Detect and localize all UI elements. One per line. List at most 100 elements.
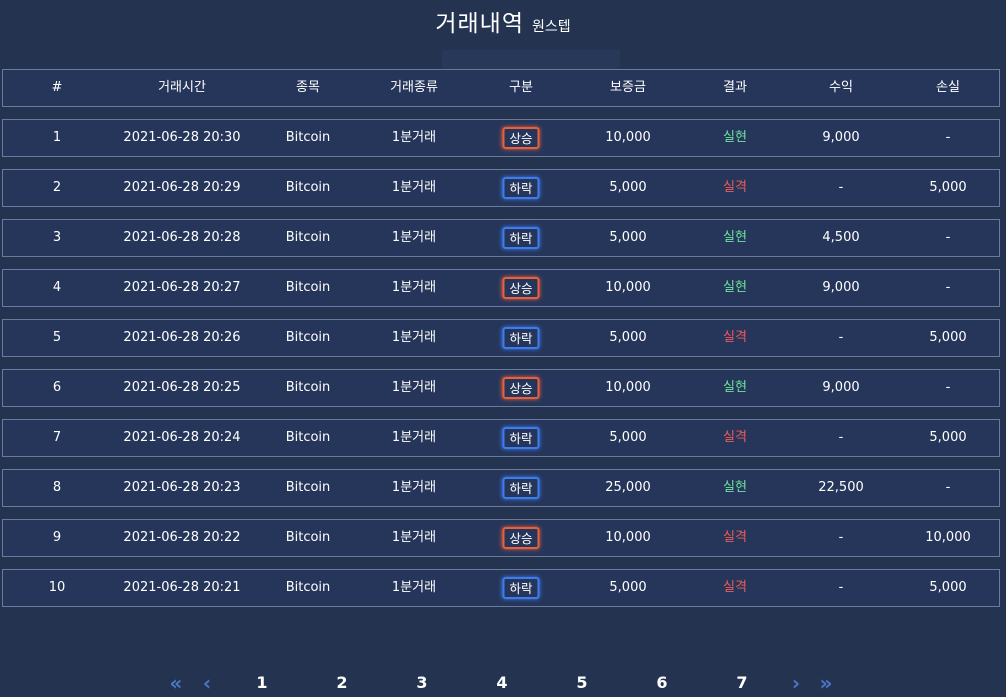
row-number: 2 — [52, 180, 62, 195]
next-page-icon[interactable]: › — [792, 672, 800, 694]
pagination: « ‹ 1 2 3 4 5 6 7 › » — [0, 672, 1006, 694]
row-direction: 하락 — [502, 220, 540, 256]
direction-badge: 상승 — [502, 126, 540, 149]
row-profit: 9,000 — [822, 380, 860, 395]
row-time: 2021-06-28 20:29 — [123, 180, 241, 195]
row-type: 1분거래 — [391, 580, 437, 595]
row-type: 1분거래 — [391, 380, 437, 395]
row-time: 2021-06-28 20:24 — [123, 430, 241, 445]
column-header-loss: 손실 — [936, 80, 960, 95]
row-number: 1 — [52, 130, 62, 145]
last-page-icon[interactable]: » — [820, 672, 833, 694]
row-profit: - — [838, 580, 844, 595]
row-result: 실격 — [723, 180, 747, 195]
row-type: 1분거래 — [391, 480, 437, 495]
row-deposit: 5,000 — [609, 330, 647, 345]
row-profit: - — [838, 430, 844, 445]
table-row: 4 2021-06-28 20:27 Bitcoin 1분거래 상승 10,00… — [2, 269, 1000, 307]
row-number: 9 — [52, 530, 62, 545]
row-result: 실격 — [723, 580, 747, 595]
row-direction: 하락 — [502, 570, 540, 606]
row-result: 실현 — [723, 230, 747, 245]
column-header-type: 거래종류 — [390, 80, 438, 95]
row-deposit: 10,000 — [605, 130, 651, 145]
row-direction: 하락 — [502, 420, 540, 456]
direction-badge: 하락 — [502, 176, 540, 199]
row-profit: 4,500 — [822, 230, 860, 245]
row-loss: 5,000 — [929, 180, 967, 195]
row-direction: 하락 — [502, 320, 540, 356]
direction-badge: 상승 — [502, 526, 540, 549]
row-loss: - — [945, 130, 951, 145]
row-item: Bitcoin — [285, 480, 331, 495]
row-result: 실격 — [723, 430, 747, 445]
row-item: Bitcoin — [285, 330, 331, 345]
row-loss: - — [945, 230, 951, 245]
row-item: Bitcoin — [285, 130, 331, 145]
row-type: 1분거래 — [391, 530, 437, 545]
row-result: 실현 — [723, 380, 747, 395]
row-loss: 5,000 — [929, 580, 967, 595]
page-header: 거래내역 원스텝 — [0, 6, 1006, 42]
row-deposit: 5,000 — [609, 430, 647, 445]
row-deposit: 10,000 — [605, 530, 651, 545]
row-loss: 5,000 — [929, 330, 967, 345]
table-row: 9 2021-06-28 20:22 Bitcoin 1분거래 상승 10,00… — [2, 519, 1000, 557]
row-result: 실현 — [723, 480, 747, 495]
table-row: 3 2021-06-28 20:28 Bitcoin 1분거래 하락 5,000… — [2, 219, 1000, 257]
row-direction: 하락 — [502, 470, 540, 506]
row-item: Bitcoin — [285, 530, 331, 545]
direction-badge: 상승 — [502, 276, 540, 299]
row-time: 2021-06-28 20:23 — [123, 480, 241, 495]
row-profit: - — [838, 530, 844, 545]
search-bar-ghost — [442, 50, 620, 70]
row-result: 실현 — [723, 130, 747, 145]
direction-badge: 하락 — [502, 226, 540, 249]
row-type: 1분거래 — [391, 330, 437, 345]
table-row: 2 2021-06-28 20:29 Bitcoin 1분거래 하락 5,000… — [2, 169, 1000, 207]
row-result: 실현 — [723, 280, 747, 295]
row-number: 3 — [52, 230, 62, 245]
table-row: 5 2021-06-28 20:26 Bitcoin 1분거래 하락 5,000… — [2, 319, 1000, 357]
prev-page-icon[interactable]: ‹ — [203, 672, 211, 694]
column-header-time: 거래시간 — [158, 80, 206, 95]
row-profit: - — [838, 180, 844, 195]
row-deposit: 10,000 — [605, 280, 651, 295]
direction-badge: 하락 — [502, 426, 540, 449]
table-row: 1 2021-06-28 20:30 Bitcoin 1분거래 상승 10,00… — [2, 119, 1000, 157]
page-link-2[interactable]: 2 — [336, 672, 347, 694]
page-title: 거래내역 — [435, 11, 524, 37]
row-number: 5 — [52, 330, 62, 345]
row-profit: 22,500 — [818, 480, 864, 495]
row-deposit: 25,000 — [605, 480, 651, 495]
row-loss: 10,000 — [925, 530, 971, 545]
row-direction: 상승 — [502, 370, 540, 406]
row-direction: 상승 — [502, 120, 540, 156]
direction-badge: 하락 — [502, 476, 540, 499]
table-row: 10 2021-06-28 20:21 Bitcoin 1분거래 하락 5,00… — [2, 569, 1000, 607]
direction-badge: 상승 — [502, 376, 540, 399]
row-deposit: 5,000 — [609, 580, 647, 595]
page-link-1[interactable]: 1 — [256, 672, 267, 694]
direction-badge: 하락 — [502, 576, 540, 599]
row-item: Bitcoin — [285, 430, 331, 445]
row-time: 2021-06-28 20:21 — [123, 580, 241, 595]
row-time: 2021-06-28 20:28 — [123, 230, 241, 245]
row-time: 2021-06-28 20:30 — [123, 130, 241, 145]
page-link-5[interactable]: 5 — [576, 672, 587, 694]
row-direction: 하락 — [502, 170, 540, 206]
page-link-4[interactable]: 4 — [496, 672, 507, 694]
row-number: 4 — [52, 280, 62, 295]
row-time: 2021-06-28 20:25 — [123, 380, 241, 395]
direction-badge: 하락 — [502, 326, 540, 349]
column-header-item: 종목 — [296, 80, 320, 95]
page-link-3[interactable]: 3 — [416, 672, 427, 694]
row-item: Bitcoin — [285, 180, 331, 195]
row-type: 1분거래 — [391, 230, 437, 245]
row-loss: - — [945, 280, 951, 295]
first-page-icon[interactable]: « — [170, 672, 183, 694]
row-time: 2021-06-28 20:27 — [123, 280, 241, 295]
page-link-6[interactable]: 6 — [656, 672, 667, 694]
row-number: 6 — [52, 380, 62, 395]
page-link-7[interactable]: 7 — [736, 672, 747, 694]
